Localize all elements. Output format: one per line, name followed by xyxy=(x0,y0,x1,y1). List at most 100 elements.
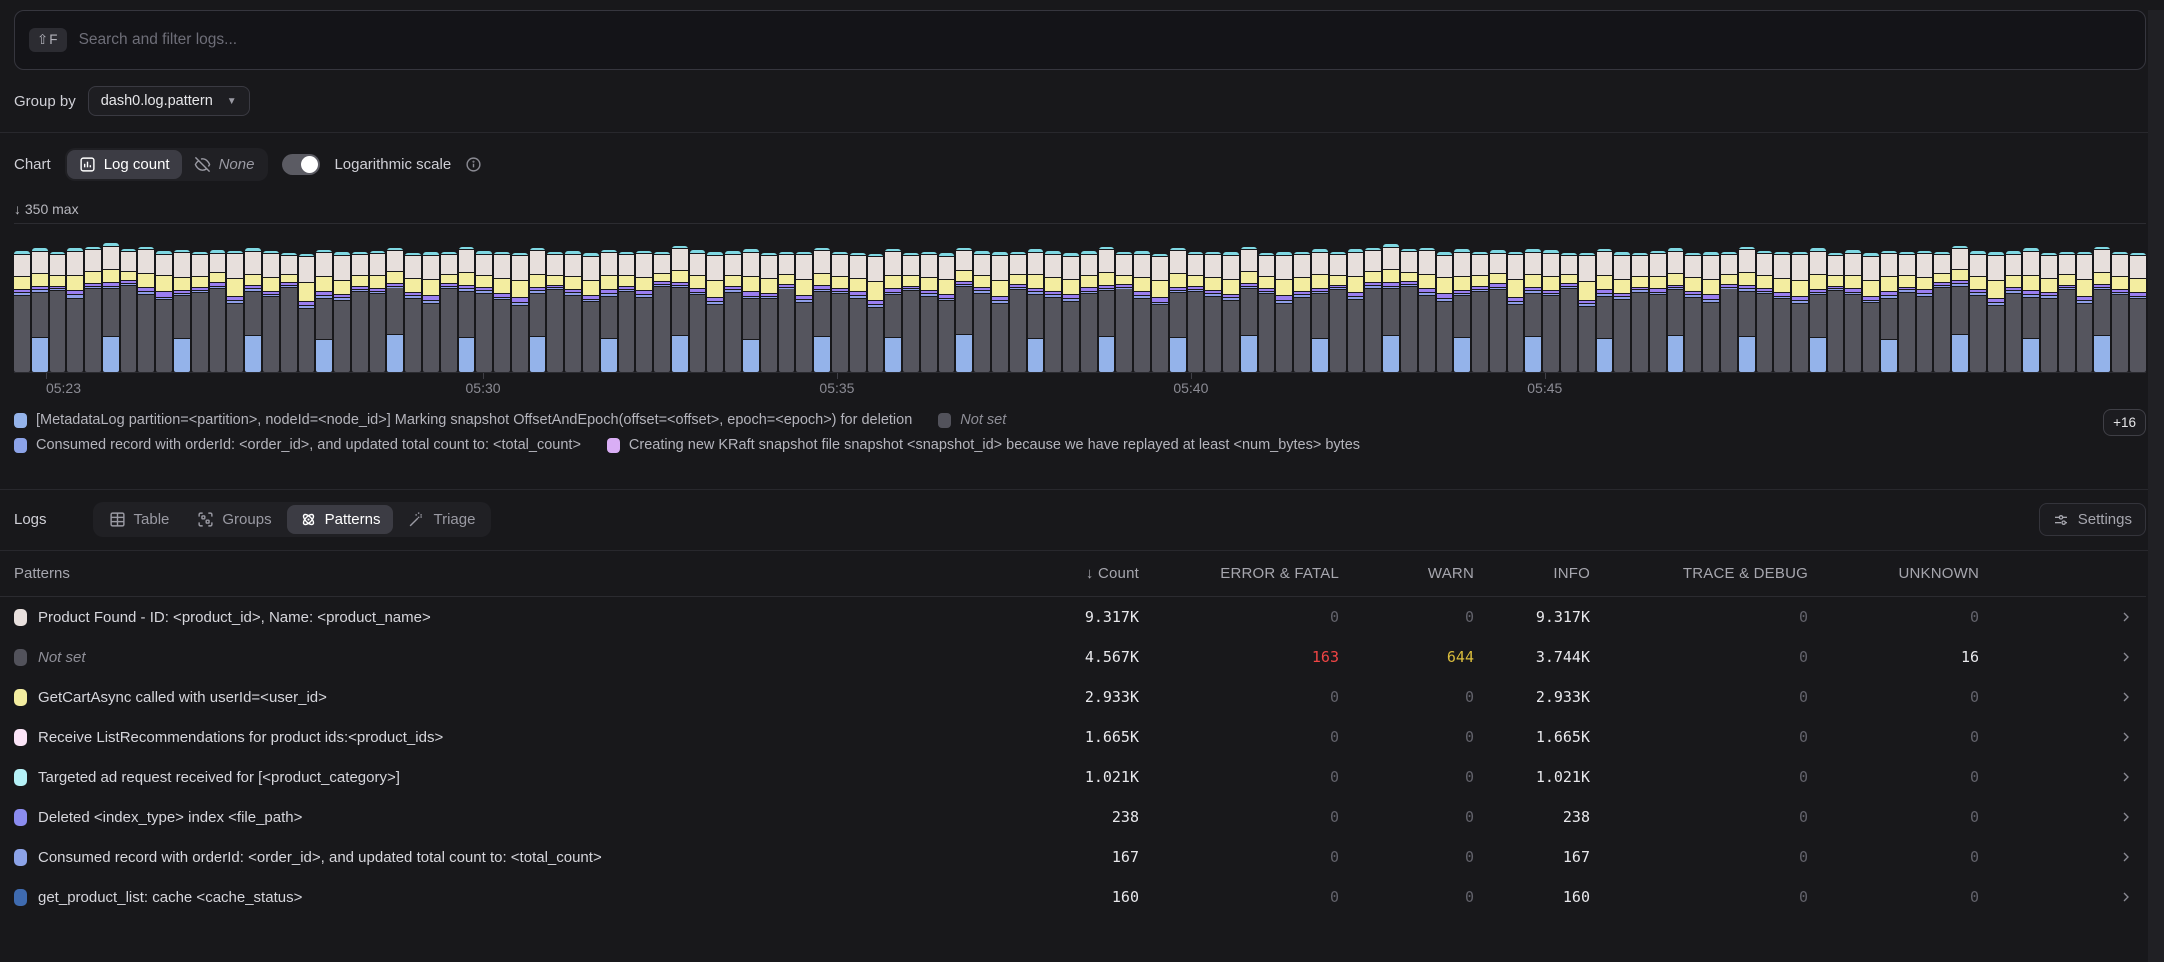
chart-bar[interactable] xyxy=(1703,252,1719,372)
legend-item[interactable]: Creating new KRaft snapshot file snapsho… xyxy=(607,437,1360,453)
chart-bar[interactable] xyxy=(2077,252,2093,372)
chart-bar[interactable] xyxy=(1917,251,1933,372)
tab-table[interactable]: Table xyxy=(96,505,183,534)
chart-bar[interactable] xyxy=(1579,253,1595,372)
pattern-row[interactable]: Targeted ad request received for [<produ… xyxy=(0,757,2146,797)
chart-bar[interactable] xyxy=(850,253,866,372)
chart-bar[interactable] xyxy=(1685,253,1701,372)
chart-bar[interactable] xyxy=(707,252,723,372)
legend-overflow-badge[interactable]: +16 xyxy=(2103,409,2146,436)
chart-bar[interactable] xyxy=(1934,252,1950,372)
chart-bar[interactable] xyxy=(210,250,226,372)
legend-item[interactable]: [MetadataLog partition=<partition>, node… xyxy=(14,412,912,428)
chart-bar[interactable] xyxy=(619,252,635,372)
chart-bar[interactable] xyxy=(1454,249,1470,372)
chart-bar[interactable] xyxy=(1952,246,1968,372)
chart-bar[interactable] xyxy=(263,251,279,372)
chart-bar[interactable] xyxy=(1205,252,1221,372)
chart-bar[interactable] xyxy=(423,252,439,372)
chart-bar[interactable] xyxy=(992,252,1008,372)
chart-bar[interactable] xyxy=(1721,252,1737,372)
chevron-right-icon[interactable] xyxy=(2118,689,2134,705)
chart-bar[interactable] xyxy=(1170,248,1186,372)
chart-bar[interactable] xyxy=(299,254,315,372)
chevron-right-icon[interactable] xyxy=(2118,769,2134,785)
chart-bar[interactable] xyxy=(50,252,66,372)
chart-bar[interactable] xyxy=(530,248,546,372)
chart-bar[interactable] xyxy=(1490,250,1506,372)
scrollbar-track[interactable] xyxy=(2148,10,2164,962)
chart-bar[interactable] xyxy=(743,249,759,372)
chart-bar[interactable] xyxy=(1401,249,1417,372)
chart-bar[interactable] xyxy=(1028,249,1044,372)
chart-bar[interactable] xyxy=(636,251,652,372)
chart-bar[interactable] xyxy=(227,251,243,372)
chart-bar[interactable] xyxy=(192,252,208,372)
chart-bar[interactable] xyxy=(1365,248,1381,372)
chart-bar[interactable] xyxy=(156,251,172,372)
tab-triage[interactable]: Triage xyxy=(395,505,488,534)
pattern-row[interactable]: Product Found - ID: <product_id>, Name: … xyxy=(0,597,2146,637)
chart-bar[interactable] xyxy=(476,251,492,372)
chart-bar[interactable] xyxy=(1241,247,1257,372)
chart-bar[interactable] xyxy=(814,248,830,372)
chart-bar[interactable] xyxy=(1614,252,1630,372)
chart-bar[interactable] xyxy=(1668,248,1684,372)
column-header-trace-debug[interactable]: TRACE & DEBUG xyxy=(1590,565,1808,582)
chart-bar[interactable] xyxy=(672,246,688,372)
chart-bar[interactable] xyxy=(1828,253,1844,372)
chart-bar[interactable] xyxy=(1632,253,1648,372)
chart-bar[interactable] xyxy=(405,253,421,372)
chart-bar[interactable] xyxy=(1330,252,1346,372)
chart-bar[interactable] xyxy=(974,251,990,372)
chart-bar[interactable] xyxy=(1419,248,1435,372)
chart-bar[interactable] xyxy=(1223,252,1239,372)
chart-bar[interactable] xyxy=(1294,252,1310,372)
chart-bar[interactable] xyxy=(1116,252,1132,372)
chart-bar[interactable] xyxy=(459,247,475,372)
chart-bar[interactable] xyxy=(370,251,386,372)
chart-bar[interactable] xyxy=(1045,251,1061,372)
column-header-count[interactable]: ↓ Count xyxy=(989,565,1139,582)
chart-bar[interactable] xyxy=(2023,248,2039,372)
chart-bar[interactable] xyxy=(1152,254,1168,372)
chart-bar[interactable] xyxy=(921,252,937,372)
column-header-patterns[interactable]: Patterns xyxy=(14,565,989,582)
chart-bar[interactable] xyxy=(85,247,101,372)
pattern-row[interactable]: get_product_list: cache <cache_status>16… xyxy=(0,877,2146,917)
chart-bar[interactable] xyxy=(1970,251,1986,372)
pattern-row[interactable]: GetCartAsync called with userId=<user_id… xyxy=(0,677,2146,717)
tab-groups[interactable]: Groups xyxy=(184,505,284,534)
chart-bar[interactable] xyxy=(1757,251,1773,372)
chevron-right-icon[interactable] xyxy=(2118,849,2134,865)
column-header-error-fatal[interactable]: ERROR & FATAL xyxy=(1139,565,1339,582)
chart-bar[interactable] xyxy=(2059,252,2075,372)
search-bar[interactable]: ⇧F Search and filter logs... xyxy=(14,10,2146,70)
chart-bar[interactable] xyxy=(1010,252,1026,372)
pattern-row[interactable]: Not set4.567K1636443.744K016 xyxy=(0,637,2146,677)
chevron-right-icon[interactable] xyxy=(2118,729,2134,745)
chart-bar[interactable] xyxy=(832,252,848,372)
chart-bar[interactable] xyxy=(956,248,972,372)
chart-bar[interactable] xyxy=(1597,249,1613,372)
chart-bar[interactable] xyxy=(1899,252,1915,372)
chart-bar[interactable] xyxy=(138,247,154,372)
chart-bar[interactable] xyxy=(1099,247,1115,372)
chart-bar[interactable] xyxy=(779,252,795,372)
pattern-row[interactable]: Consumed record with orderId: <order_id>… xyxy=(0,837,2146,877)
chart-bar[interactable] xyxy=(1348,249,1364,372)
chart-bar[interactable] xyxy=(1739,247,1755,372)
tab-patterns[interactable]: Patterns xyxy=(287,505,394,534)
chart-bar[interactable] xyxy=(441,252,457,372)
search-input-placeholder[interactable]: Search and filter logs... xyxy=(79,31,238,49)
chart-bar[interactable] xyxy=(1988,252,2004,372)
pattern-row[interactable]: Deleted <index_type> index <file_path>23… xyxy=(0,797,2146,837)
chart-bar[interactable] xyxy=(2041,253,2057,372)
chart-bar[interactable] xyxy=(1543,250,1559,372)
chart-bar[interactable] xyxy=(690,250,706,372)
column-header-unknown[interactable]: UNKNOWN xyxy=(1808,565,1979,582)
info-icon[interactable] xyxy=(465,156,482,173)
legend-item[interactable]: Not set xyxy=(938,412,1006,428)
chart-bar[interactable] xyxy=(334,252,350,372)
chart-bar[interactable] xyxy=(583,253,599,372)
